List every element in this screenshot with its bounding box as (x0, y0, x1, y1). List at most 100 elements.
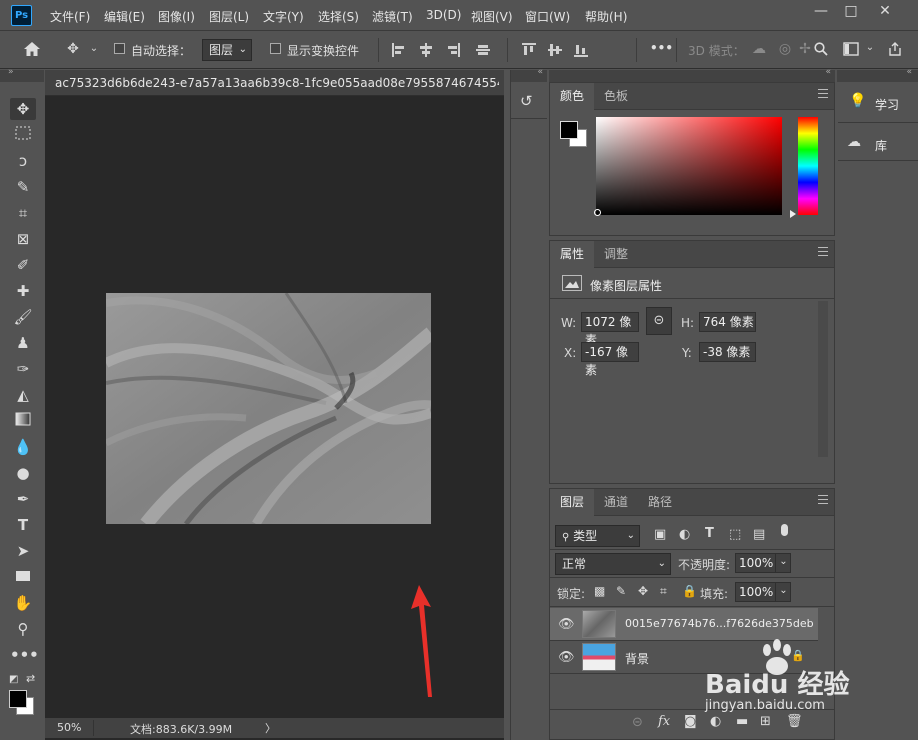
filter-adjustment-icon[interactable]: ◐ (679, 527, 690, 542)
collapse-icon[interactable]: « (906, 67, 912, 77)
frame-tool[interactable]: ⊠ (10, 228, 36, 250)
quick-select-tool[interactable]: ✎ (10, 176, 36, 198)
show-transform-checkbox[interactable] (270, 43, 281, 57)
filter-type-icon[interactable]: T (705, 526, 714, 541)
lock-artboard-icon[interactable]: ⌗ (660, 584, 667, 599)
blur-tool[interactable]: 💧 (10, 436, 36, 458)
tab-channels[interactable]: 通道 (594, 489, 638, 516)
move-tool-icon[interactable]: ✥ (64, 40, 82, 58)
x-field[interactable]: -167 像素 (581, 342, 639, 377)
layer-filter-dropdown[interactable]: ⚲ 类型 ⌄ (555, 525, 640, 547)
y-field[interactable]: -38 像素 (699, 342, 756, 362)
workspace-icon[interactable] (843, 42, 859, 59)
eraser-tool[interactable]: ◭ (10, 384, 36, 406)
orbit-3d-icon[interactable]: ☁ (750, 40, 768, 58)
lock-transparent-icon[interactable]: ▩ (594, 584, 605, 598)
collapse-icon[interactable]: » (8, 67, 14, 77)
search-icon[interactable] (814, 42, 828, 59)
stamp-tool[interactable]: ♟ (10, 332, 36, 354)
layer-name[interactable]: 背景 (625, 650, 649, 667)
crop-tool[interactable]: ⌗ (10, 202, 36, 224)
hand-tool[interactable]: ✋ (10, 592, 36, 614)
panel-menu-icon[interactable] (818, 89, 828, 98)
share-icon[interactable] (888, 42, 902, 59)
auto-select-checkbox[interactable] (114, 43, 125, 57)
menu-help[interactable]: 帮助(H) (585, 8, 627, 25)
panel-menu-icon[interactable] (818, 495, 828, 504)
link-icon[interactable]: ⊝ (646, 307, 672, 335)
dodge-tool[interactable]: ● (10, 462, 36, 484)
chevron-down-icon[interactable]: ⌄ (775, 582, 791, 602)
width-field[interactable]: 1072 像素 (581, 312, 639, 347)
close-button[interactable]: ✕ (870, 0, 900, 22)
healing-brush-tool[interactable]: ✚ (10, 280, 36, 302)
new-group-icon[interactable]: ▬ (736, 714, 748, 729)
menu-view[interactable]: 视图(V) (471, 8, 513, 25)
menu-3d[interactable]: 3D(D) (426, 8, 461, 22)
status-menu-arrow[interactable]: 〉 (265, 720, 276, 736)
align-icons[interactable] (392, 42, 592, 58)
foreground-color-swatch[interactable] (560, 121, 578, 139)
maximize-button[interactable]: □ (836, 0, 866, 22)
marquee-tool[interactable] (10, 124, 36, 146)
foreground-color-swatch[interactable] (9, 690, 27, 708)
chevron-down-icon[interactable]: ⌄ (864, 39, 876, 57)
link-layers-icon[interactable]: ⊝ (632, 715, 643, 730)
visibility-eye-icon[interactable]: 👁 (558, 650, 575, 665)
more-tools-icon[interactable]: ••• (10, 644, 39, 666)
more-options-button[interactable]: ••• (650, 41, 673, 55)
brush-tool[interactable]: 🖌 (10, 306, 36, 328)
tab-paths[interactable]: 路径 (638, 489, 682, 516)
filter-toggle-icon[interactable] (781, 524, 788, 536)
menu-type[interactable]: 文字(Y) (263, 8, 304, 25)
tab-color[interactable]: 颜色 (550, 83, 595, 110)
lasso-tool[interactable]: ↄ (10, 150, 36, 172)
adjustment-layer-icon[interactable]: ◐ (710, 714, 721, 729)
tab-adjustments[interactable]: 调整 (594, 241, 638, 268)
new-layer-icon[interactable]: ⊞ (760, 714, 771, 729)
menu-window[interactable]: 窗口(W) (525, 8, 570, 25)
learn-panel-button[interactable]: 💡 学习 (838, 88, 918, 120)
menu-select[interactable]: 选择(S) (318, 8, 359, 25)
auto-select-dropdown[interactable]: 图层 ⌄ (202, 39, 252, 61)
pen-tool[interactable]: ✒ (10, 488, 36, 510)
color-field[interactable] (596, 117, 782, 215)
eyedropper-tool[interactable]: ✐ (10, 254, 36, 276)
layer-row-selected[interactable]: 👁 0015e77674b76...f7626de375deb (550, 608, 818, 640)
home-icon[interactable] (22, 41, 42, 62)
document-tab[interactable]: ac75323d6b6de243-e7a57a13aa6b39c8-1fc9e0… (45, 70, 504, 96)
fx-icon[interactable]: fx (658, 714, 670, 729)
move-tool[interactable]: ✥ (10, 98, 36, 120)
history-panel-icon[interactable]: ↺ (520, 92, 533, 110)
type-tool-icon[interactable]: T (10, 514, 36, 536)
height-field[interactable]: 764 像素 (699, 312, 756, 332)
libraries-panel-button[interactable]: ☁ 库 (838, 128, 918, 160)
layer-name[interactable]: 0015e77674b76...f7626de375deb (625, 617, 814, 630)
lock-position-icon[interactable]: ✥ (638, 584, 648, 598)
pan-3d-icon[interactable]: ✢ (796, 40, 814, 58)
blend-mode-dropdown[interactable]: 正常 ⌄ (555, 553, 671, 575)
fabric-layer-image[interactable] (106, 293, 431, 524)
filter-smart-object-icon[interactable]: ▤ (753, 527, 765, 542)
lock-pixels-icon[interactable]: ✎ (616, 584, 626, 598)
visibility-eye-icon[interactable]: 👁 (558, 617, 575, 632)
menu-edit[interactable]: 编辑(E) (104, 8, 145, 25)
scrollbar[interactable] (818, 301, 828, 457)
collapse-icon[interactable]: « (537, 67, 543, 77)
menu-filter[interactable]: 滤镜(T) (372, 8, 413, 25)
roll-3d-icon[interactable]: ◎ (776, 40, 794, 58)
tab-layers[interactable]: 图层 (550, 489, 595, 516)
chevron-down-icon[interactable]: ⌄ (775, 553, 791, 573)
filter-shape-icon[interactable]: ⬚ (729, 527, 741, 542)
default-colors-icon[interactable]: ◩ (9, 674, 18, 685)
gradient-tool[interactable] (10, 410, 36, 432)
menu-file[interactable]: 文件(F) (50, 8, 90, 25)
menu-layer[interactable]: 图层(L) (209, 8, 249, 25)
swap-colors-icon[interactable]: ⇄ (26, 672, 35, 685)
path-select-tool[interactable]: ➤ (10, 540, 36, 562)
tab-properties[interactable]: 属性 (550, 241, 595, 268)
filter-pixel-icon[interactable]: ▣ (654, 527, 666, 542)
hue-slider-handle-icon[interactable] (790, 210, 796, 218)
lock-all-icon[interactable]: 🔒 (682, 584, 697, 598)
history-brush-tool[interactable]: ✑ (10, 358, 36, 380)
